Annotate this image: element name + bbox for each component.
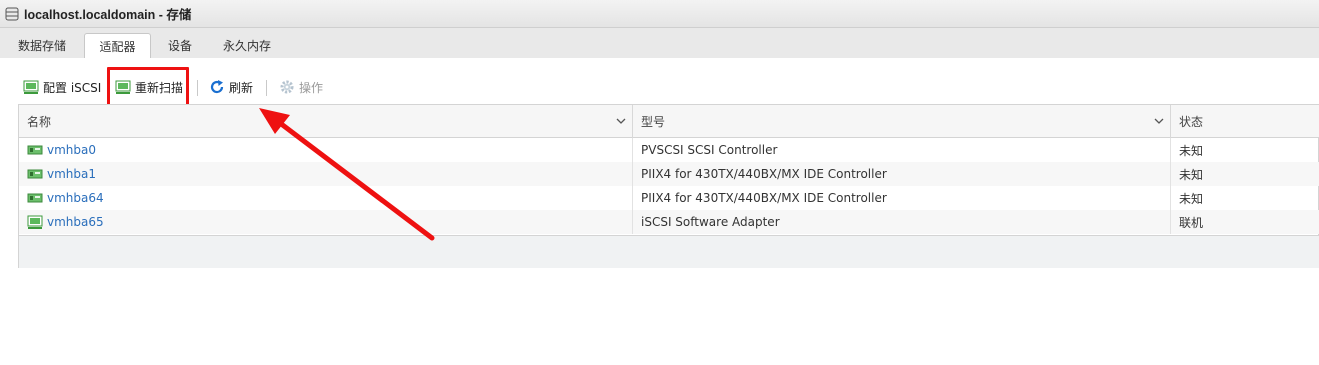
refresh-icon [210,80,224,94]
table-footer [19,235,1319,268]
table-row[interactable]: vmhba1 PIIX4 for 430TX/440BX/MX IDE Cont… [19,162,1319,186]
toolbar: 配置 iSCSI 重新扫描 刷新 操作 [0,72,1319,102]
window-titlebar: localhost.localdomain - 存储 [0,0,1319,28]
hba-card-icon [27,145,43,155]
adapter-name-link[interactable]: vmhba65 [47,215,104,229]
column-header-name-label: 名称 [27,115,52,129]
refresh-label: 刷新 [229,80,254,95]
configure-iscsi-label: 配置 iSCSI [43,80,102,95]
adapters-table: 名称 型号 状态 vmhba0 PVSCSI SCSI Controller 未… [18,104,1319,268]
status-cell: 未知 [1179,191,1204,206]
tab-devices[interactable]: 设备 [158,33,202,58]
model-cell: PIIX4 for 430TX/440BX/MX IDE Controller [633,186,1171,210]
name-cell: vmhba0 [19,138,633,162]
tab-persistent-memory[interactable]: 永久内存 [214,33,280,58]
hba-card-icon [27,169,43,179]
window-title: localhost.localdomain - 存储 [24,8,192,22]
tab-devices-label: 设备 [167,39,192,53]
gear-icon [280,80,294,94]
status-cell: 未知 [1179,143,1204,158]
table-row[interactable]: vmhba64 PIIX4 for 430TX/440BX/MX IDE Con… [19,186,1319,210]
chevron-down-icon[interactable] [616,117,626,125]
hba-card-icon [27,193,43,203]
column-header-model[interactable]: 型号 [633,105,1171,138]
column-header-status[interactable]: 状态 [1171,105,1319,138]
column-header-status-label: 状态 [1179,115,1204,129]
model-cell: PVSCSI SCSI Controller [633,138,1171,162]
table-header: 名称 型号 状态 [19,105,1319,138]
toolbar-divider [266,80,267,96]
toolbar-divider [197,80,198,96]
name-cell: vmhba65 [19,210,633,234]
status-cell: 未知 [1179,167,1204,182]
network-adapter-icon [27,215,43,229]
column-header-model-label: 型号 [641,115,666,129]
name-cell: vmhba1 [19,162,633,186]
annotation-highlight-box [107,67,189,109]
name-cell: vmhba64 [19,186,633,210]
adapter-name-link[interactable]: vmhba1 [47,167,96,181]
table-row[interactable]: vmhba0 PVSCSI SCSI Controller 未知 [19,138,1319,162]
status-cell: 联机 [1179,215,1204,230]
model-cell: iSCSI Software Adapter [633,210,1171,234]
tab-datastores-label: 数据存储 [17,39,66,53]
chevron-down-icon[interactable] [1154,117,1164,125]
tab-adapters[interactable]: 适配器 [84,33,151,58]
configure-iscsi-button[interactable]: 配置 iSCSI [23,77,101,97]
actions-button[interactable]: 操作 [279,77,323,97]
model-cell: PIIX4 for 430TX/440BX/MX IDE Controller [633,162,1171,186]
table-row[interactable]: vmhba65 iSCSI Software Adapter 联机 [19,210,1319,234]
refresh-button[interactable]: 刷新 [209,77,253,97]
tab-bar: 数据存储 适配器 设备 永久内存 [0,28,1319,58]
tab-datastores[interactable]: 数据存储 [8,33,76,58]
network-adapter-icon [23,80,39,94]
tab-persistent-memory-label: 永久内存 [222,39,271,53]
column-header-name[interactable]: 名称 [19,105,633,138]
adapter-name-link[interactable]: vmhba0 [47,143,96,157]
database-icon [5,7,19,20]
tab-adapters-label: 适配器 [99,39,136,54]
adapter-name-link[interactable]: vmhba64 [47,191,104,205]
actions-label: 操作 [299,80,324,95]
